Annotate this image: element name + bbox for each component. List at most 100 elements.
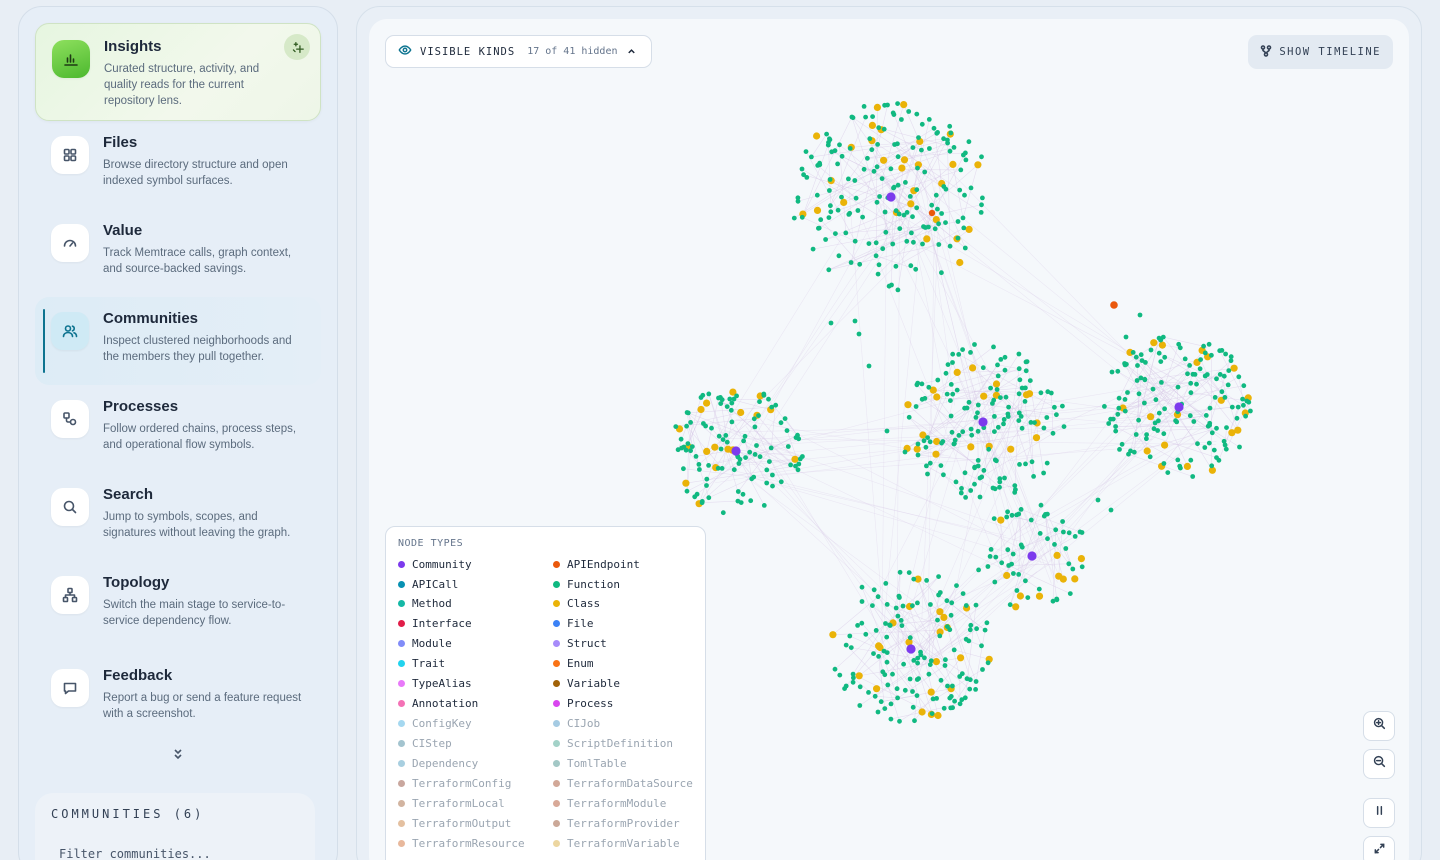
function-node[interactable] xyxy=(936,242,942,247)
function-node[interactable] xyxy=(967,677,973,683)
function-node[interactable] xyxy=(1005,509,1010,515)
function-node[interactable] xyxy=(954,387,960,393)
function-node[interactable] xyxy=(861,104,867,109)
function-node[interactable] xyxy=(995,373,1001,379)
nav-search[interactable]: Search Jump to symbols, scopes, and sign… xyxy=(35,473,321,561)
function-node[interactable] xyxy=(960,347,965,352)
function-node[interactable] xyxy=(915,452,921,458)
function-node[interactable] xyxy=(761,392,767,398)
function-node[interactable] xyxy=(1148,347,1154,353)
function-node[interactable] xyxy=(1241,402,1246,408)
function-node[interactable] xyxy=(1060,403,1065,409)
class-node[interactable] xyxy=(855,672,863,680)
function-node[interactable] xyxy=(752,424,758,430)
function-node[interactable] xyxy=(678,436,684,442)
function-node[interactable] xyxy=(1217,348,1223,354)
function-node[interactable] xyxy=(835,207,841,213)
function-node[interactable] xyxy=(709,425,714,431)
class-node[interactable] xyxy=(933,437,941,446)
function-node[interactable] xyxy=(1012,490,1018,495)
fullscreen-button[interactable] xyxy=(1363,836,1395,860)
function-node[interactable] xyxy=(915,600,920,606)
function-node[interactable] xyxy=(1041,425,1047,431)
function-node[interactable] xyxy=(967,627,973,633)
function-node[interactable] xyxy=(950,351,956,357)
legend-item[interactable]: Annotation xyxy=(398,697,553,711)
function-node[interactable] xyxy=(897,226,903,232)
function-node[interactable] xyxy=(999,560,1005,566)
function-node[interactable] xyxy=(899,117,904,122)
function-node[interactable] xyxy=(886,283,892,289)
function-node[interactable] xyxy=(1214,376,1219,382)
function-node[interactable] xyxy=(1223,351,1228,357)
function-node[interactable] xyxy=(785,444,791,449)
function-node[interactable] xyxy=(861,166,867,172)
function-node[interactable] xyxy=(1031,474,1036,479)
function-node[interactable] xyxy=(1203,413,1209,418)
function-node[interactable] xyxy=(1061,529,1066,535)
function-node[interactable] xyxy=(962,695,968,701)
function-node[interactable] xyxy=(1162,354,1168,360)
class-node[interactable] xyxy=(1077,555,1085,563)
function-node[interactable] xyxy=(1050,598,1056,604)
function-node[interactable] xyxy=(1045,389,1051,395)
function-node[interactable] xyxy=(767,459,772,464)
function-node[interactable] xyxy=(778,479,784,485)
legend-item[interactable]: Variable xyxy=(553,677,708,691)
function-node[interactable] xyxy=(1153,397,1159,403)
function-node[interactable] xyxy=(1211,447,1217,453)
class-node[interactable] xyxy=(953,368,961,376)
function-node[interactable] xyxy=(885,682,891,688)
function-node[interactable] xyxy=(724,404,730,409)
function-node[interactable] xyxy=(935,377,941,383)
function-node[interactable] xyxy=(919,381,925,387)
function-node[interactable] xyxy=(681,466,686,472)
function-node[interactable] xyxy=(1156,410,1162,416)
class-node[interactable] xyxy=(904,401,912,409)
function-node[interactable] xyxy=(795,432,800,438)
function-node[interactable] xyxy=(926,671,932,677)
legend-item[interactable]: TomlTable xyxy=(553,756,708,770)
function-node[interactable] xyxy=(871,587,877,593)
function-node[interactable] xyxy=(875,594,881,600)
function-node[interactable] xyxy=(948,398,953,403)
function-node[interactable] xyxy=(875,271,881,277)
function-node[interactable] xyxy=(1192,372,1198,377)
function-node[interactable] xyxy=(839,194,844,200)
function-node[interactable] xyxy=(1005,547,1011,553)
function-node[interactable] xyxy=(960,591,966,596)
function-node[interactable] xyxy=(850,671,856,677)
function-node[interactable] xyxy=(703,423,708,429)
function-node[interactable] xyxy=(918,652,924,658)
class-node[interactable] xyxy=(791,455,799,463)
function-node[interactable] xyxy=(1108,507,1114,513)
function-node[interactable] xyxy=(1054,412,1059,418)
class-node[interactable] xyxy=(1143,447,1151,455)
function-node[interactable] xyxy=(908,263,914,269)
zoom-in-button[interactable] xyxy=(1363,711,1395,741)
function-node[interactable] xyxy=(969,432,975,438)
function-node[interactable] xyxy=(1130,350,1136,355)
function-node[interactable] xyxy=(842,686,847,691)
function-node[interactable] xyxy=(720,510,726,516)
function-node[interactable] xyxy=(992,579,998,585)
function-node[interactable] xyxy=(912,718,917,724)
function-node[interactable] xyxy=(919,121,925,127)
function-node[interactable] xyxy=(1188,390,1194,396)
function-node[interactable] xyxy=(997,479,1003,485)
function-node[interactable] xyxy=(1022,399,1028,404)
community-node[interactable] xyxy=(978,417,988,427)
function-node[interactable] xyxy=(993,554,999,560)
class-node[interactable] xyxy=(1053,551,1061,560)
class-node[interactable] xyxy=(813,132,821,140)
function-node[interactable] xyxy=(751,416,757,422)
function-node[interactable] xyxy=(1001,421,1006,427)
function-node[interactable] xyxy=(718,395,723,400)
function-node[interactable] xyxy=(895,613,901,619)
function-node[interactable] xyxy=(925,435,930,440)
function-node[interactable] xyxy=(729,400,735,406)
function-node[interactable] xyxy=(980,365,986,371)
function-node[interactable] xyxy=(1228,354,1234,360)
function-node[interactable] xyxy=(770,483,775,489)
function-node[interactable] xyxy=(986,446,992,452)
